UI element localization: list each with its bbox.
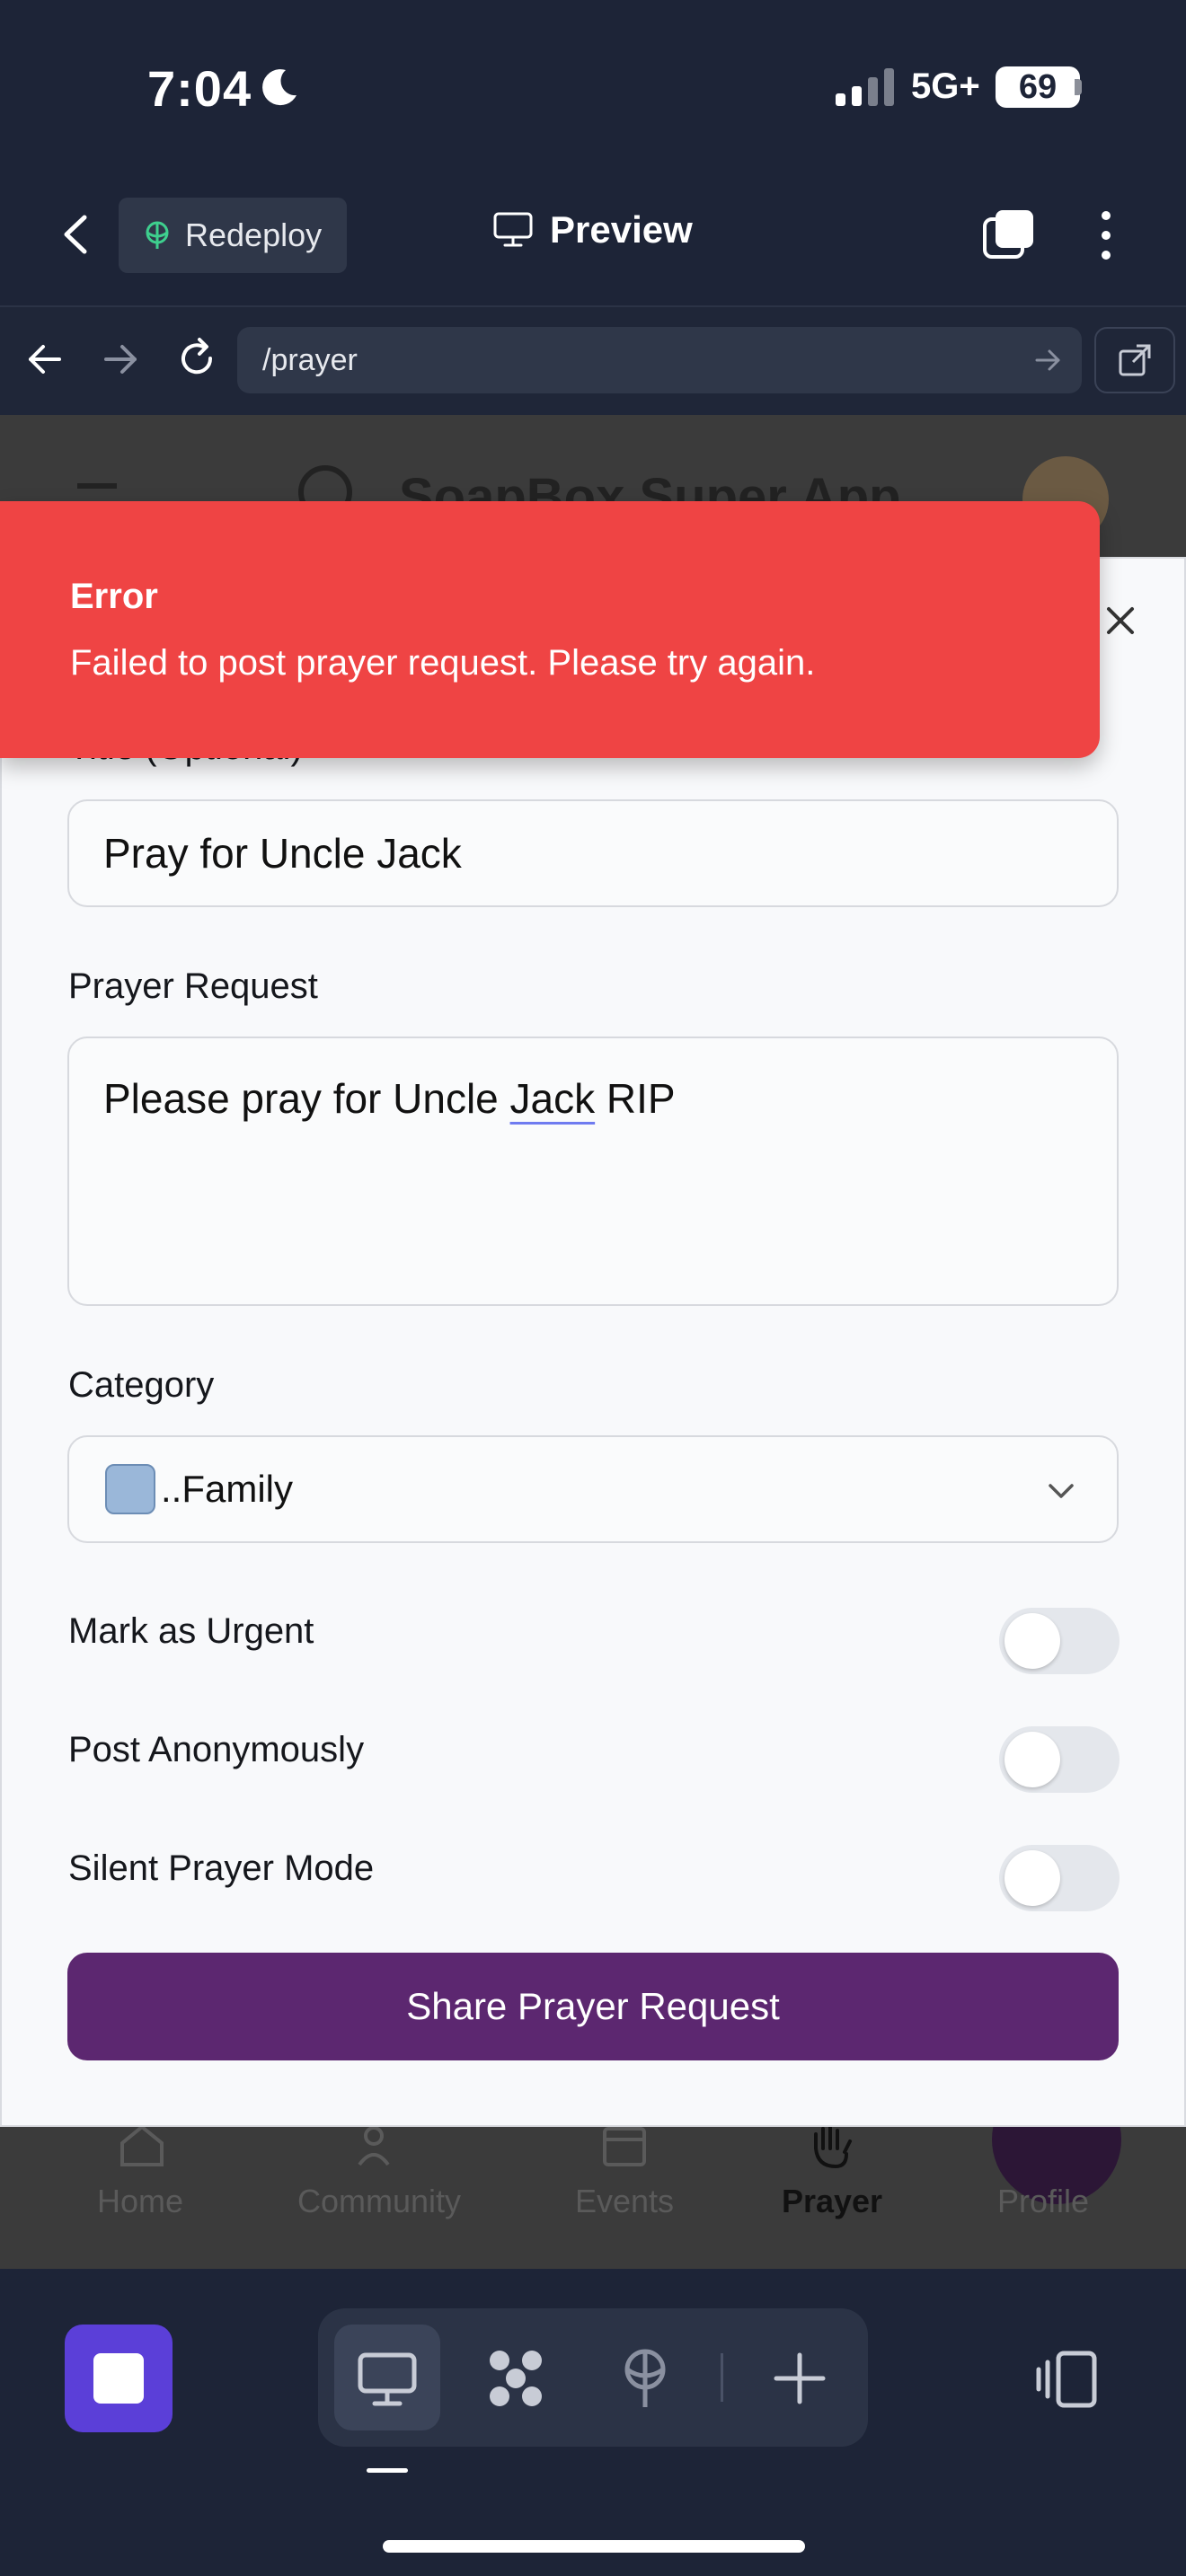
misspelled-word: Jack — [509, 1075, 596, 1122]
request-text-end: RIP — [595, 1075, 676, 1122]
stop-icon — [93, 2353, 144, 2404]
more-vertical-icon[interactable] — [1093, 208, 1120, 262]
preview-tab[interactable]: Preview — [492, 208, 693, 251]
reload-icon[interactable] — [174, 336, 219, 381]
home-indicator — [383, 2540, 805, 2553]
title-input[interactable]: Pray for Uncle Jack — [67, 799, 1119, 907]
home-icon — [120, 2124, 164, 2166]
share-prayer-button[interactable]: Share Prayer Request — [67, 1953, 1119, 2060]
nav-events: Events — [574, 2183, 675, 2219]
tabs-icon[interactable] — [981, 207, 1037, 260]
url-field[interactable]: /prayer — [237, 327, 1082, 393]
silent-mode-label: Silent Prayer Mode — [68, 1848, 375, 1888]
silent-mode-toggle[interactable] — [999, 1845, 1120, 1911]
urgent-toggle[interactable] — [999, 1608, 1120, 1674]
external-link-icon — [1119, 344, 1151, 376]
chevron-down-icon — [1049, 1484, 1074, 1498]
active-indicator — [367, 2468, 408, 2473]
close-icon[interactable] — [1102, 602, 1139, 640]
calendar-icon — [603, 2127, 646, 2166]
back-chevron-icon[interactable] — [56, 212, 97, 257]
nav-home: Home — [96, 2183, 184, 2219]
status-time: 7:04 — [147, 60, 252, 117]
go-arrow-icon[interactable] — [1033, 345, 1064, 375]
prayer-hands-icon — [814, 2125, 852, 2168]
arrow-right-icon[interactable] — [101, 340, 140, 379]
toggle-knob — [1005, 1613, 1060, 1669]
workflow-icon[interactable] — [480, 2342, 552, 2414]
plus-icon[interactable] — [764, 2342, 836, 2414]
error-toast[interactable] — [0, 501, 1100, 758]
redeploy-icon — [146, 221, 169, 249]
nav-community: Community — [296, 2183, 462, 2219]
battery-icon: 69 — [996, 66, 1080, 108]
moon-icon — [262, 69, 296, 106]
monitor-icon — [493, 212, 533, 247]
anonymous-toggle[interactable] — [999, 1726, 1120, 1793]
network-label: 5G+ — [911, 66, 980, 106]
arrow-left-icon[interactable] — [25, 340, 65, 379]
category-select[interactable]: ..Family — [67, 1435, 1119, 1543]
anonymous-label: Post Anonymously — [68, 1730, 365, 1769]
divider — [721, 2353, 723, 2402]
toast-title: Error — [70, 577, 158, 616]
prayer-request-textarea[interactable]: Please pray for Uncle Jack RIP — [67, 1037, 1119, 1306]
community-icon — [358, 2126, 390, 2166]
request-text: Please pray for Uncle — [103, 1075, 510, 1122]
toggle-knob — [1005, 1732, 1060, 1787]
nav-prayer: Prayer — [781, 2183, 883, 2219]
preview-label: Preview — [550, 208, 693, 251]
category-label: Category — [68, 1365, 215, 1405]
urgent-label: Mark as Urgent — [68, 1611, 314, 1651]
category-value: ..Family — [161, 1468, 293, 1510]
open-external-button[interactable] — [1094, 327, 1175, 393]
redeploy-button[interactable]: Redeploy — [119, 198, 347, 273]
split-panel-icon[interactable] — [1035, 2348, 1100, 2411]
prayer-request-label: Prayer Request — [68, 966, 318, 1006]
monitor-icon — [358, 2352, 417, 2406]
family-emoji-icon — [105, 1464, 155, 1514]
nav-profile: Profile — [996, 2183, 1090, 2219]
deploy-icon[interactable] — [609, 2342, 681, 2414]
toggle-knob — [1005, 1850, 1060, 1906]
toast-message: Failed to post prayer request. Please tr… — [70, 643, 816, 683]
signal-icon — [836, 68, 894, 106]
battery-tip — [1075, 79, 1082, 95]
redeploy-label: Redeploy — [185, 216, 323, 253]
